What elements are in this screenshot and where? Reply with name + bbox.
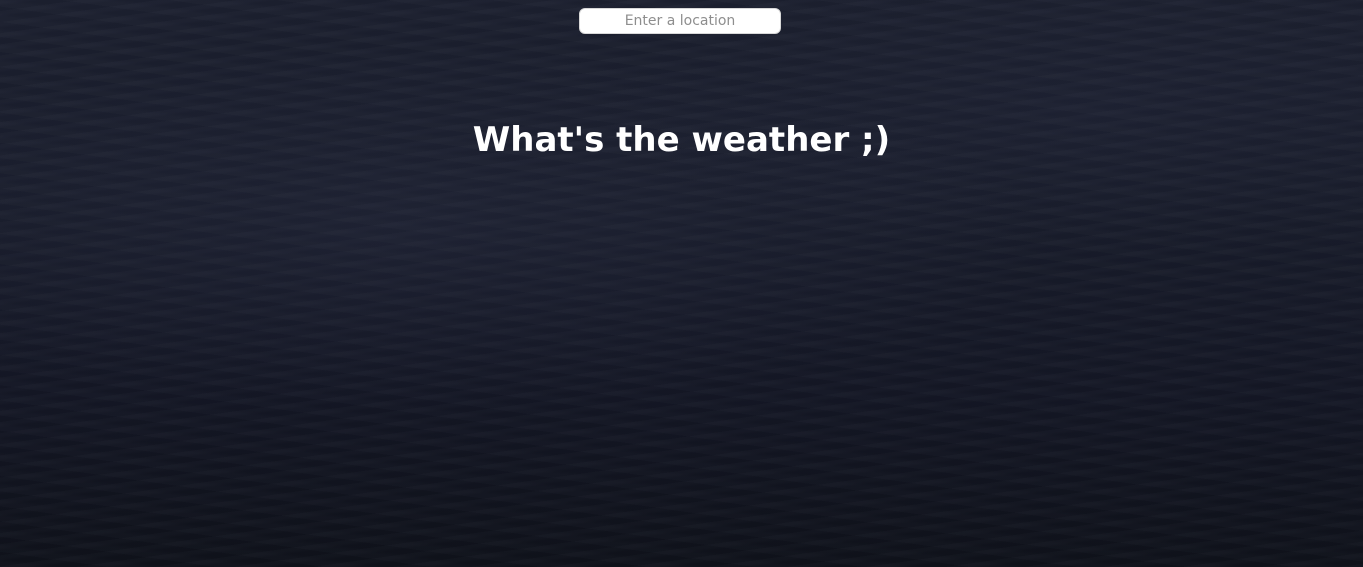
page-title: What's the weather ;) — [472, 120, 891, 160]
ocean-background-image — [0, 0, 1363, 567]
location-search — [579, 8, 781, 34]
location-search-input[interactable] — [579, 8, 781, 34]
